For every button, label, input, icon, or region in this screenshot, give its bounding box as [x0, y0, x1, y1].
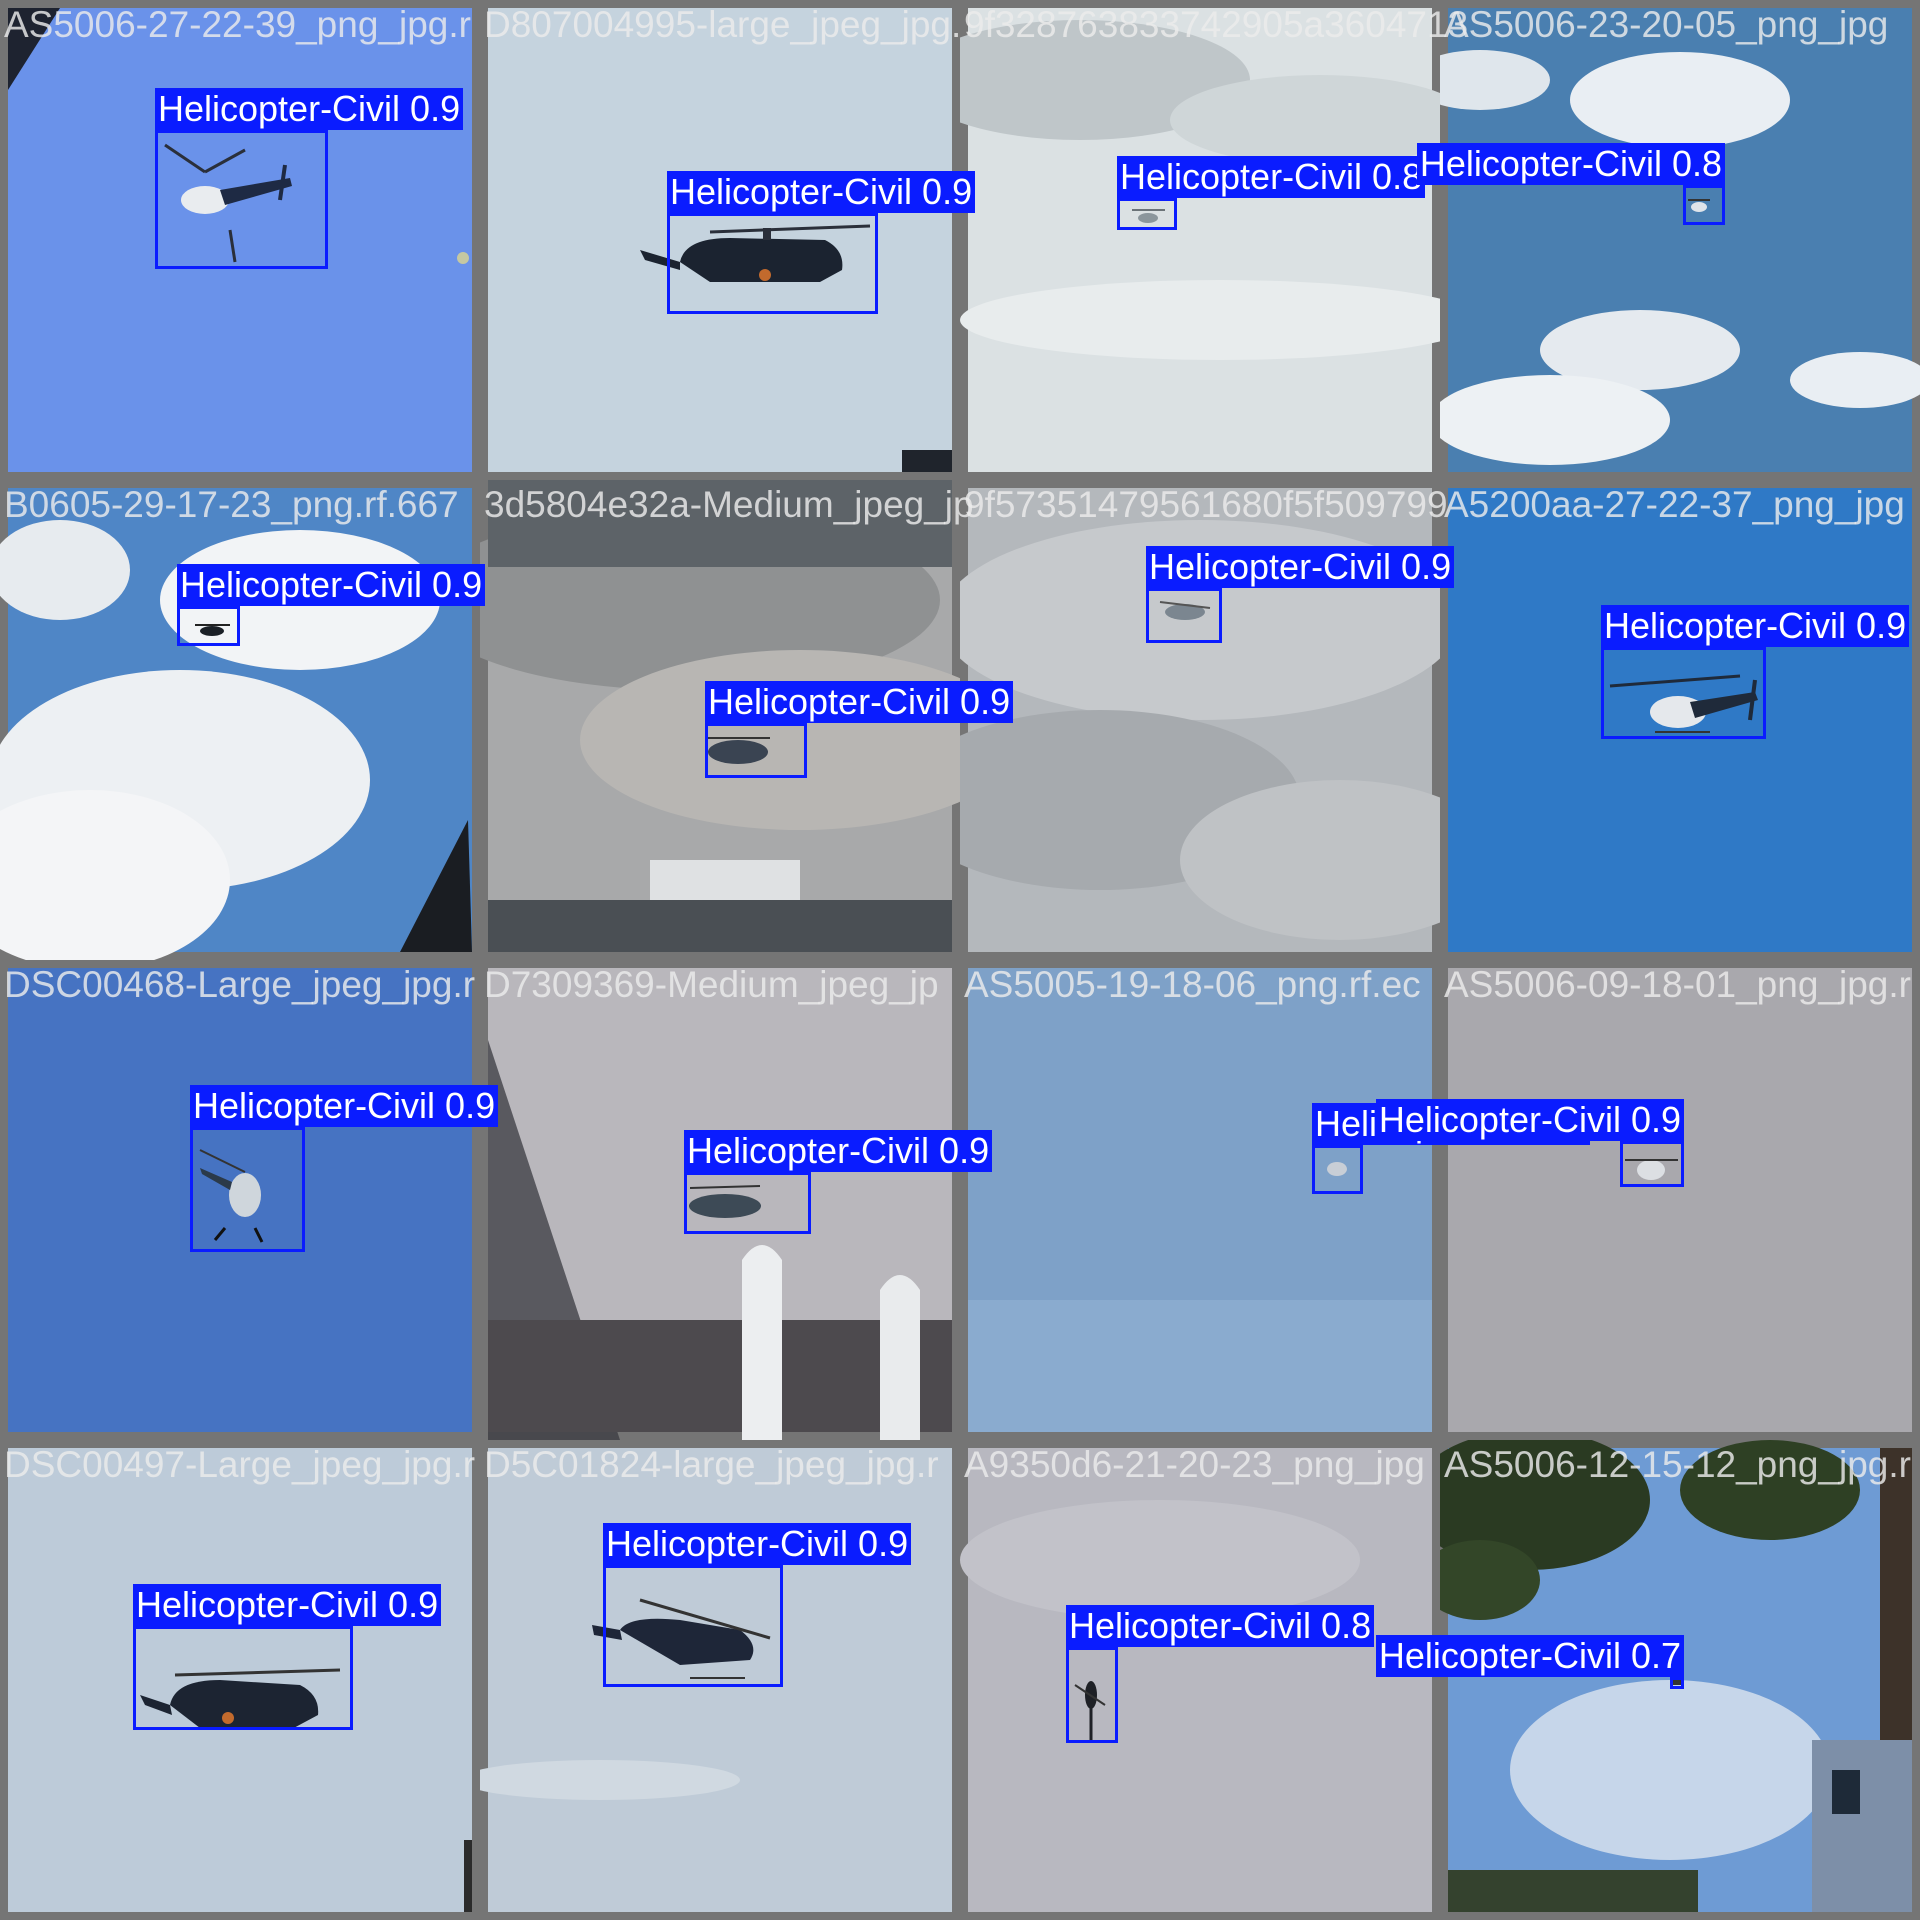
tile-photo: [1440, 0, 1920, 480]
detection-label: Helicopter-Civil 0.9: [667, 171, 976, 213]
filename-caption: AS5006-23-20-05_png_jpg: [1444, 4, 1889, 45]
filename-caption: DSC00497-Large_jpeg_jpg.r: [4, 1444, 476, 1485]
detection-label: Helicopter-Civil 0.9: [1375, 1099, 1684, 1141]
detection-label: Helicopter-Civil 0.9: [1146, 546, 1455, 588]
tile-6: 3d5804e32a-Medium_jpeg_jp Helicopter-Civ…: [480, 480, 1014, 960]
detection-box: Helicopter-Civil 0: [1312, 1103, 1591, 1194]
detection-box: Helicopter-Civil 0.9: [1146, 546, 1455, 643]
detection-box: Helicopter-Civil 0.8: [1066, 1605, 1375, 1743]
detection-label: Helicopter-Civil 0.9: [190, 1085, 499, 1127]
detection-box: Helicopter-Civil 0.9: [1601, 605, 1910, 739]
detection-box: Helicopter-Civil 0.9: [177, 564, 486, 646]
detection-box: Helicopter-Civil 0.9: [133, 1584, 442, 1730]
tile-8: A5200aa-27-22-37_png_jpg Helicopter-Civi…: [1440, 480, 1920, 960]
filename-caption: 9f328763833742905a3604713: [964, 4, 1469, 45]
tile-7: 9f57351479561680f5f509799 Helicopter-Civ…: [960, 480, 1455, 960]
sky-photo: [960, 0, 1440, 480]
sky-photo: [1440, 0, 1920, 480]
detection-box: Helicopter-Civil 0.8: [1416, 143, 1725, 225]
detection-box: Helicopter-Civil 0.9: [667, 171, 976, 314]
tile-11: AS5005-19-18-06_png.rf.ec Helicopter-Civ…: [960, 960, 1591, 1440]
tile-photo: [0, 480, 480, 960]
filename-caption: D807004995-large_jpeg_jpg.: [484, 4, 962, 45]
detection-label: Helicopter-Civil 0.8: [1066, 1605, 1375, 1647]
detection-box: Helicopter-Civil 0.9: [705, 681, 1014, 778]
tile-4: AS5006-23-20-05_png_jpg Helicopter-Civil…: [1416, 0, 1920, 480]
filename-caption: 9f57351479561680f5f509799: [964, 484, 1448, 525]
detection-box: Helicopter-Civil 0.7: [1375, 1635, 1684, 1689]
detection-label: Helicopter-Civil 0.9: [177, 564, 486, 606]
detection-box: Helicopter-Civil 0.9: [155, 88, 464, 269]
detection-box: Helicopter-Civil 0.9: [1375, 1099, 1684, 1187]
filename-caption: A5200aa-27-22-37_png_jpg: [1444, 484, 1905, 525]
tile-15: A9350d6-21-20-23_png_jpg Helicopter-Civi…: [960, 1440, 1440, 1920]
detection-label: Helicopter-Civil 0.9: [133, 1584, 442, 1626]
tile-13: DSC00497-Large_jpeg_jpg.r Helicopter-Civ…: [0, 1440, 480, 1920]
filename-caption: AS5006-12-15-12_png_jpg.r: [1444, 1444, 1911, 1485]
filename-caption: 3d5804e32a-Medium_jpeg_jp: [484, 484, 974, 525]
detection-label: Helicopter-Civil 0.9: [684, 1130, 993, 1172]
detection-label: Helicopter-Civil 0.7: [1375, 1635, 1684, 1677]
detection-label: Helicopter-Civil 0.8: [1117, 156, 1426, 198]
sky-photo: [960, 960, 1440, 1440]
tile-12: AS5006-09-18-01_png_jpg.r Helicopter-Civ…: [1375, 960, 1920, 1440]
sky-photo: [960, 1440, 1440, 1920]
detection-box: Helicopter-Civil 0.9: [684, 1130, 993, 1234]
tile-photo: [960, 0, 1440, 480]
filename-caption: D5C01824-large_jpeg_jpg.r: [484, 1444, 939, 1485]
tile-photo: [960, 1440, 1440, 1920]
tile-1: AS5006-27-22-39_png_jpg.r Helicopter-Civ…: [0, 0, 480, 480]
detection-box: Helicopter-Civil 0.8: [1117, 156, 1426, 230]
filename-caption: B0605-29-17-23_png.rf.667: [4, 484, 459, 525]
tile-10: D7309369-Medium_jpeg_jp Helicopter-Civil…: [480, 960, 993, 1440]
detection-label: Helicopter-Civil 0.9: [1601, 605, 1910, 647]
tile-5: B0605-29-17-23_png.rf.667 Helicopter-Civ…: [0, 480, 486, 960]
detection-grid: AS5006-27-22-39_png_jpg.r Helicopter-Civ…: [0, 0, 1920, 1920]
filename-caption: DSC00468-Large_jpeg_jpg.r: [4, 964, 476, 1005]
tile-9: DSC00468-Large_jpeg_jpg.r Helicopter-Civ…: [0, 960, 499, 1440]
detection-box: Helicopter-Civil 0.9: [190, 1085, 499, 1252]
sky-photo: [0, 480, 480, 960]
detection-label: Helicopter-Civil 0.9: [603, 1523, 912, 1565]
tile-2: D807004995-large_jpeg_jpg. Helicopter-Ci…: [480, 0, 976, 480]
detection-box: Helicopter-Civil 0.9: [603, 1523, 912, 1687]
tile-14: D5C01824-large_jpeg_jpg.r Helicopter-Civ…: [480, 1440, 960, 1920]
filename-caption: D7309369-Medium_jpeg_jp: [484, 964, 939, 1005]
detection-label: Helicopter-Civil 0.9: [705, 681, 1014, 723]
tile-photo: [1440, 960, 1920, 1440]
filename-caption: AS5006-27-22-39_png_jpg.r: [4, 4, 471, 45]
tile-photo: [960, 960, 1440, 1440]
filename-caption: AS5005-19-18-06_png.rf.ec: [964, 964, 1421, 1005]
detection-label: Helicopter-Civil 0.8: [1416, 143, 1725, 185]
tile-3: 9f328763833742905a3604713 Helicopter-Civ…: [960, 0, 1468, 480]
filename-caption: AS5006-09-18-01_png_jpg.r: [1444, 964, 1911, 1005]
sky-photo: [1440, 960, 1920, 1440]
filename-caption: A9350d6-21-20-23_png_jpg: [964, 1444, 1425, 1485]
tile-16: AS5006-12-15-12_png_jpg.r Helicopter-Civ…: [1375, 1440, 1920, 1920]
detection-label: Helicopter-Civil 0.9: [155, 88, 464, 130]
